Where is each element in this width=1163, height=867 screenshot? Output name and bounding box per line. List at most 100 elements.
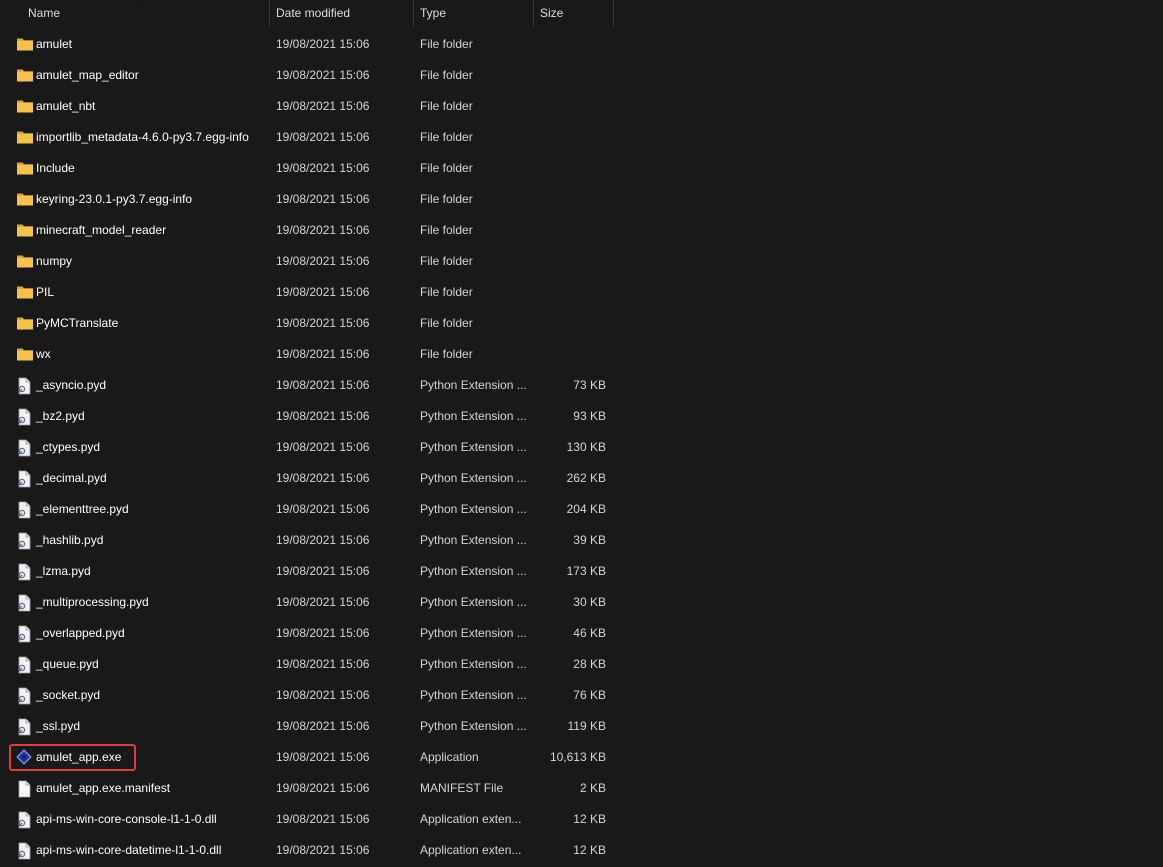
file-size: 204 KB <box>566 502 606 516</box>
file-explorer-list: ⌃ Name Date modified Type Size amulet 19/… <box>0 0 1163 867</box>
file-name: _queue.pyd <box>36 657 99 671</box>
file-name: _multiprocessing.pyd <box>36 595 149 609</box>
file-type: Python Extension ... <box>420 657 527 671</box>
file-row[interactable]: api-ms-win-core-console-l1-1-0.dll 19/08/… <box>0 804 620 835</box>
file-type: File folder <box>420 130 473 144</box>
blank-file-icon <box>16 773 34 804</box>
file-row[interactable]: _bz2.pyd 19/08/2021 15:06 Python Extension… <box>0 401 620 432</box>
file-row[interactable]: api-ms-win-core-datetime-l1-1-0.dll 19/08… <box>0 835 620 866</box>
file-name: wx <box>36 347 51 361</box>
file-row[interactable]: _elementtree.pyd 19/08/2021 15:06 Python E… <box>0 494 620 525</box>
folder-icon <box>16 184 34 215</box>
file-date-modified: 19/08/2021 15:06 <box>276 781 370 795</box>
file-type: File folder <box>420 254 473 268</box>
file-name: minecraft_model_reader <box>36 223 167 237</box>
file-list: amulet 19/08/2021 15:06 File folder amulet_… <box>0 29 1163 866</box>
file-row[interactable]: _hashlib.pyd 19/08/2021 15:06 Python Exten… <box>0 525 620 556</box>
file-row[interactable]: _decimal.pyd 19/08/2021 15:06 Python Exten… <box>0 463 620 494</box>
file-row[interactable]: amulet_nbt 19/08/2021 15:06 File folder <box>0 91 620 122</box>
file-name: amulet_nbt <box>36 99 96 113</box>
file-row[interactable]: amulet_app.exe 19/08/2021 15:06 Applicatio… <box>0 742 620 773</box>
file-type: Application exten... <box>420 843 522 857</box>
file-row[interactable]: amulet 19/08/2021 15:06 File folder <box>0 29 620 60</box>
file-date-modified: 19/08/2021 15:06 <box>276 533 370 547</box>
file-name: PyMCTranslate <box>36 316 119 330</box>
column-header-name-label: Name <box>28 6 61 20</box>
file-name: _asyncio.pyd <box>36 378 107 392</box>
file-date-modified: 19/08/2021 15:06 <box>276 502 370 516</box>
folder-icon <box>16 246 34 277</box>
file-row[interactable]: _socket.pyd 19/08/2021 15:06 Python Extens… <box>0 680 620 711</box>
file-row[interactable]: PyMCTranslate 19/08/2021 15:06 File folder <box>0 308 620 339</box>
file-date-modified: 19/08/2021 15:06 <box>276 254 370 268</box>
file-date-modified: 19/08/2021 15:06 <box>276 378 370 392</box>
file-size: 2 KB <box>579 781 606 795</box>
file-row[interactable]: _asyncio.pyd 19/08/2021 15:06 Python Exten… <box>0 370 620 401</box>
file-type: Python Extension ... <box>420 378 527 392</box>
file-name: _overlapped.pyd <box>36 626 125 640</box>
file-date-modified: 19/08/2021 15:06 <box>276 750 370 764</box>
file-row[interactable]: _queue.pyd 19/08/2021 15:06 Python Extensi… <box>0 649 620 680</box>
file-type: Python Extension ... <box>420 409 527 423</box>
file-name: amulet <box>36 37 73 51</box>
file-date-modified: 19/08/2021 15:06 <box>276 99 370 113</box>
file-type: Python Extension ... <box>420 595 527 609</box>
folder-icon <box>16 91 34 122</box>
file-size: 10,613 KB <box>549 750 606 764</box>
file-row[interactable]: amulet_map_editor 19/08/2021 15:06 File fo… <box>0 60 620 91</box>
column-header-name[interactable]: ⌃ Name <box>0 0 270 26</box>
file-size: 76 KB <box>573 688 606 702</box>
extension-file-icon <box>16 804 34 835</box>
column-header-size[interactable]: Size <box>534 0 614 26</box>
extension-file-icon <box>16 835 34 866</box>
file-type: Python Extension ... <box>420 533 527 547</box>
file-size: 39 KB <box>573 533 606 547</box>
file-date-modified: 19/08/2021 15:06 <box>276 223 370 237</box>
sort-ascending-icon: ⌃ <box>141 0 150 8</box>
file-name: keyring-23.0.1-py3.7.egg-info <box>36 192 193 206</box>
folder-icon <box>16 153 34 184</box>
file-row[interactable]: _ssl.pyd 19/08/2021 15:06 Python Extension… <box>0 711 620 742</box>
folder-icon <box>16 29 34 60</box>
file-row[interactable]: amulet_app.exe.manifest 19/08/2021 15:06 M… <box>0 773 620 804</box>
extension-file-icon <box>16 618 34 649</box>
column-header-date-label: Date modified <box>276 6 351 20</box>
file-row[interactable]: importlib_metadata-4.6.0-py3.7.egg-info 1… <box>0 122 620 153</box>
extension-file-icon <box>16 401 34 432</box>
file-date-modified: 19/08/2021 15:06 <box>276 657 370 671</box>
file-name: _ssl.pyd <box>36 719 81 733</box>
file-type: File folder <box>420 347 473 361</box>
column-header-type[interactable]: Type <box>414 0 534 26</box>
file-row[interactable]: _ctypes.pyd 19/08/2021 15:06 Python Extens… <box>0 432 620 463</box>
file-row[interactable]: numpy 19/08/2021 15:06 File folder <box>0 246 620 277</box>
file-row[interactable]: _lzma.pyd 19/08/2021 15:06 Python Extensio… <box>0 556 620 587</box>
file-type: Python Extension ... <box>420 719 527 733</box>
file-name: amulet_app.exe.manifest <box>36 781 171 795</box>
file-date-modified: 19/08/2021 15:06 <box>276 192 370 206</box>
file-name: importlib_metadata-4.6.0-py3.7.egg-info <box>36 130 249 144</box>
file-date-modified: 19/08/2021 15:06 <box>276 595 370 609</box>
file-type: Python Extension ... <box>420 626 527 640</box>
file-size: 73 KB <box>573 378 606 392</box>
file-name: _hashlib.pyd <box>36 533 104 547</box>
file-type: Python Extension ... <box>420 471 527 485</box>
file-date-modified: 19/08/2021 15:06 <box>276 285 370 299</box>
file-row[interactable]: Include 19/08/2021 15:06 File folder <box>0 153 620 184</box>
file-name: numpy <box>36 254 73 268</box>
folder-icon <box>16 122 34 153</box>
file-name: api-ms-win-core-datetime-l1-1-0.dll <box>36 843 222 857</box>
column-header-date-modified[interactable]: Date modified <box>270 0 414 26</box>
extension-file-icon <box>16 649 34 680</box>
extension-file-icon <box>16 680 34 711</box>
file-type: File folder <box>420 68 473 82</box>
file-size: 30 KB <box>573 595 606 609</box>
file-name: amulet_map_editor <box>36 68 139 82</box>
file-row[interactable]: keyring-23.0.1-py3.7.egg-info 19/08/2021 … <box>0 184 620 215</box>
file-row[interactable]: wx 19/08/2021 15:06 File folder <box>0 339 620 370</box>
file-row[interactable]: minecraft_model_reader 19/08/2021 15:06 Fi… <box>0 215 620 246</box>
file-row[interactable]: _multiprocessing.pyd 19/08/2021 15:06 Pyth… <box>0 587 620 618</box>
file-row[interactable]: PIL 19/08/2021 15:06 File folder <box>0 277 620 308</box>
file-date-modified: 19/08/2021 15:06 <box>276 409 370 423</box>
file-type: File folder <box>420 99 473 113</box>
file-row[interactable]: _overlapped.pyd 19/08/2021 15:06 Python Ex… <box>0 618 620 649</box>
